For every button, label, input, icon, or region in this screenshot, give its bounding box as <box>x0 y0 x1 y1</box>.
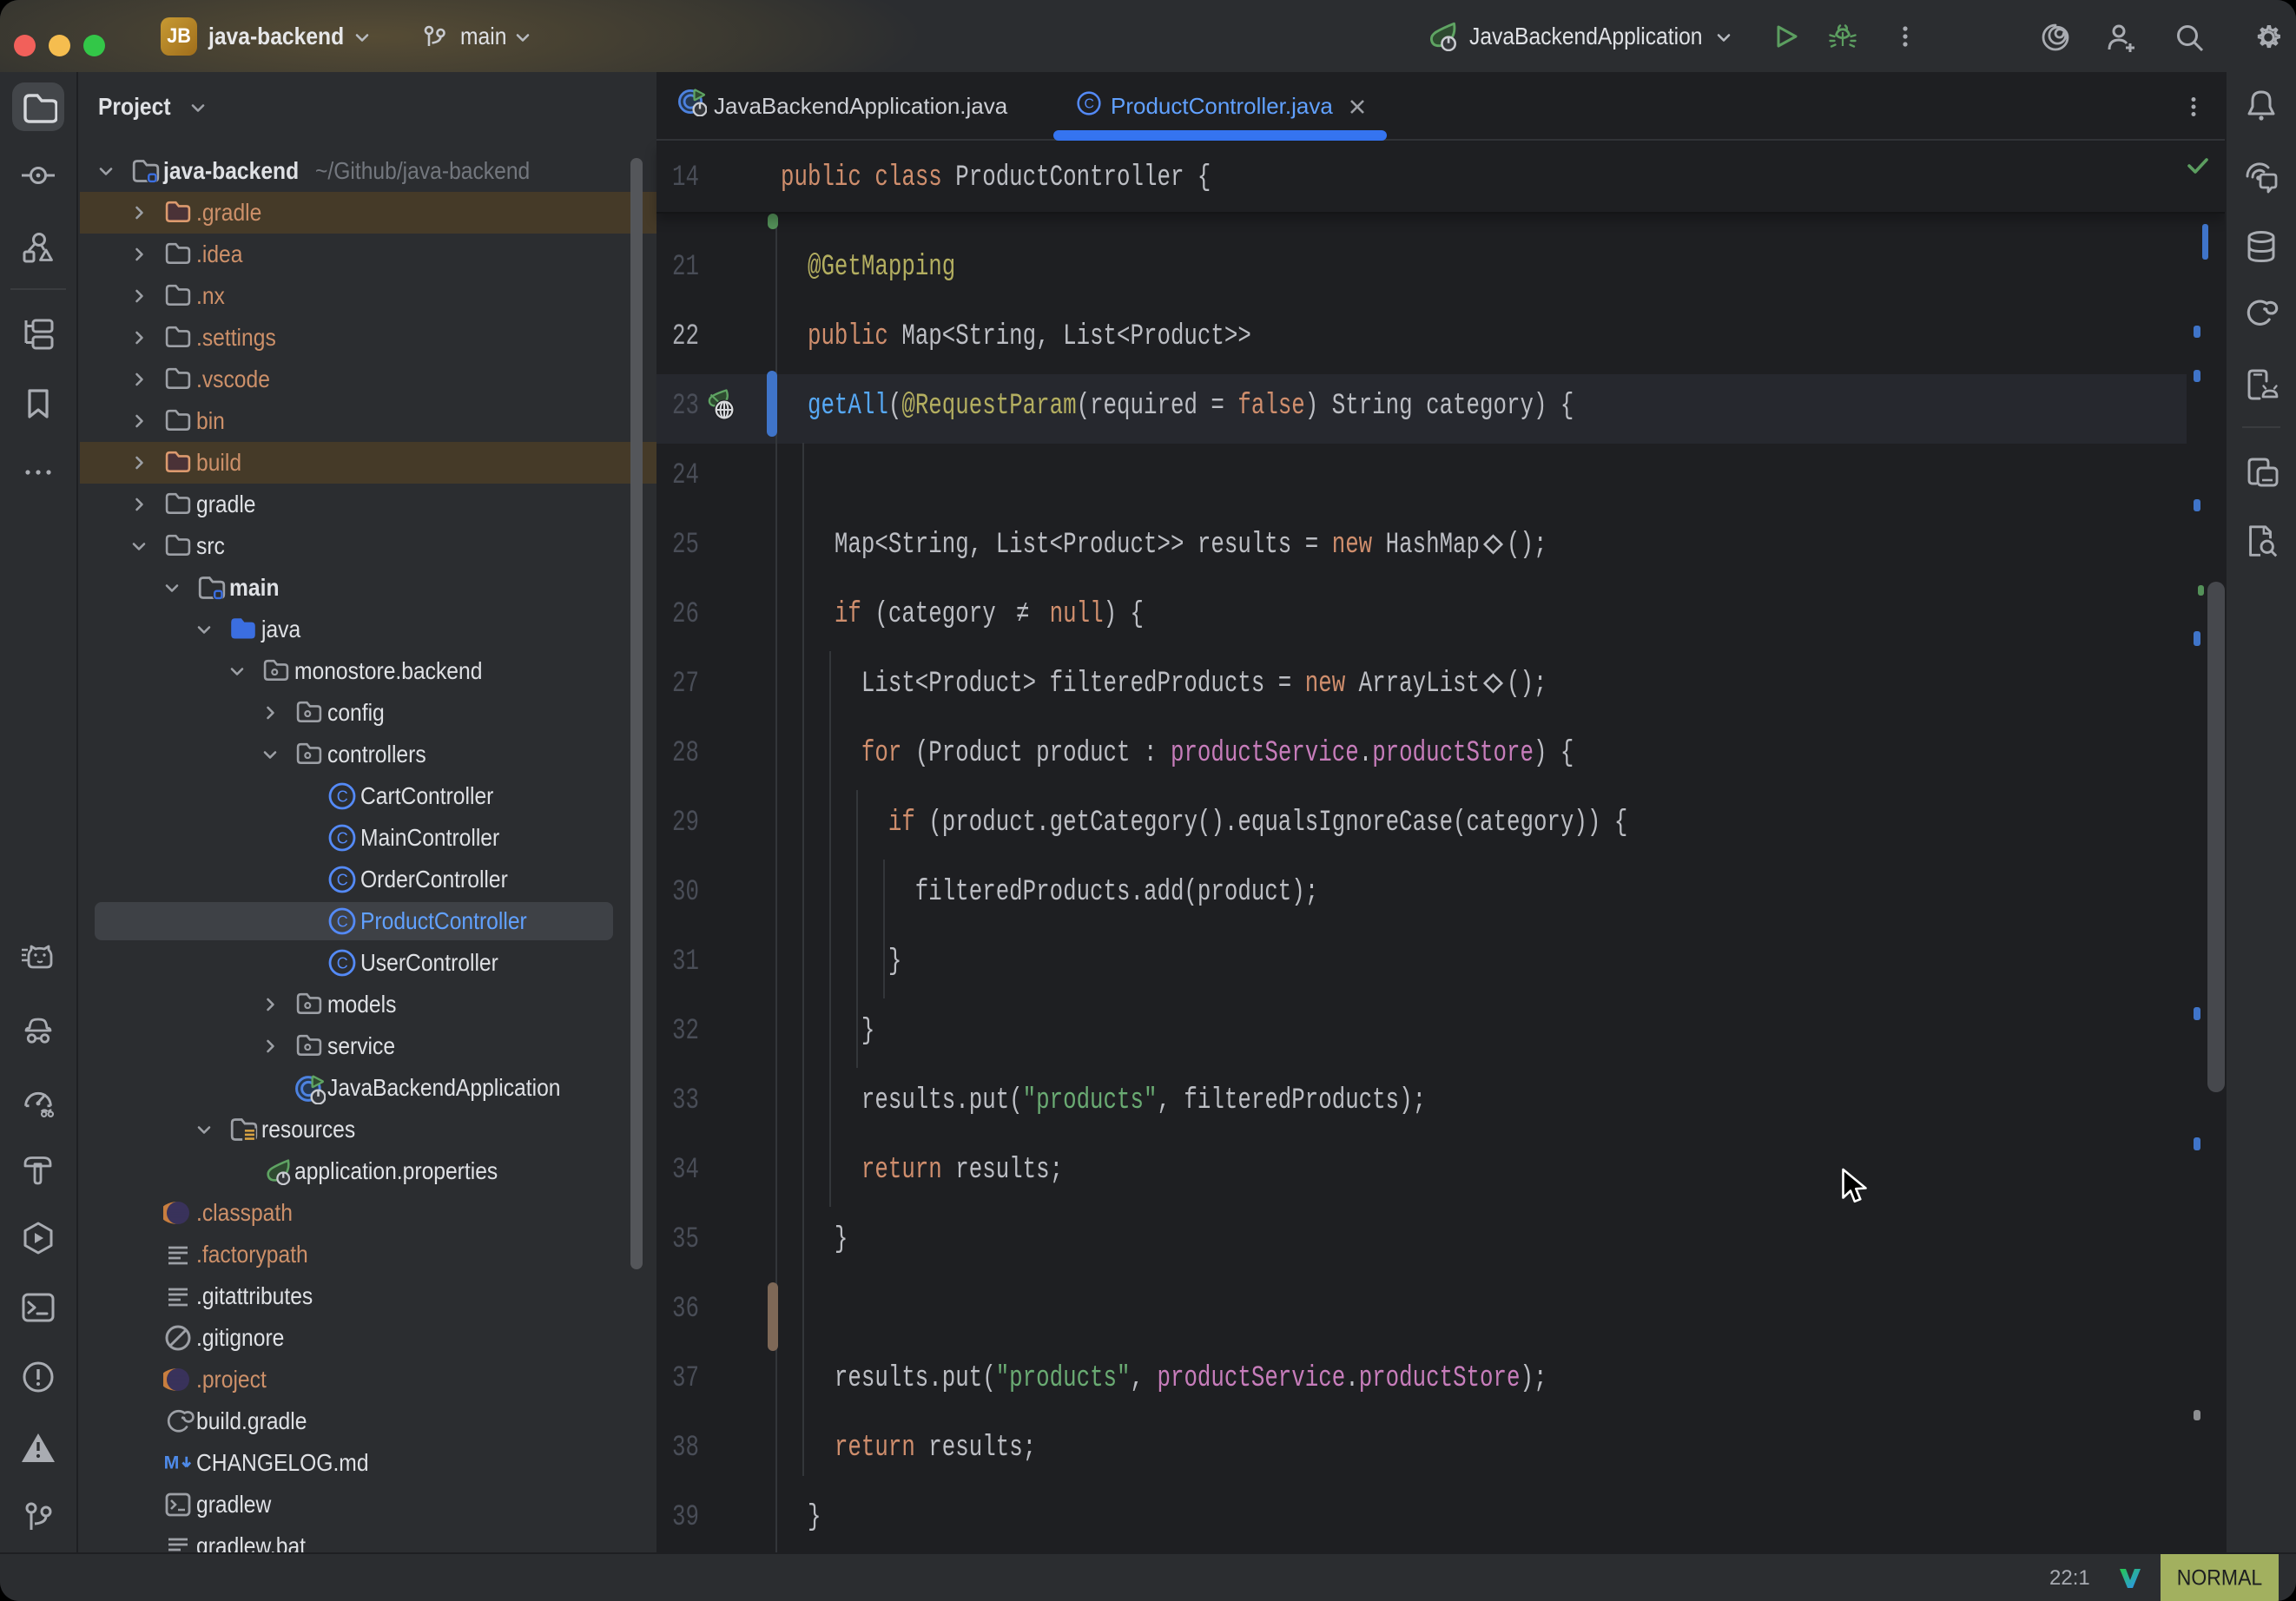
svg-text:C: C <box>1084 97 1093 112</box>
svg-text:C: C <box>337 830 348 847</box>
svg-text:C: C <box>337 913 348 931</box>
svg-text:C: C <box>337 955 348 972</box>
svg-text:C: C <box>337 788 348 806</box>
svg-text:M: M <box>164 1452 180 1473</box>
svg-text:C: C <box>337 872 348 889</box>
